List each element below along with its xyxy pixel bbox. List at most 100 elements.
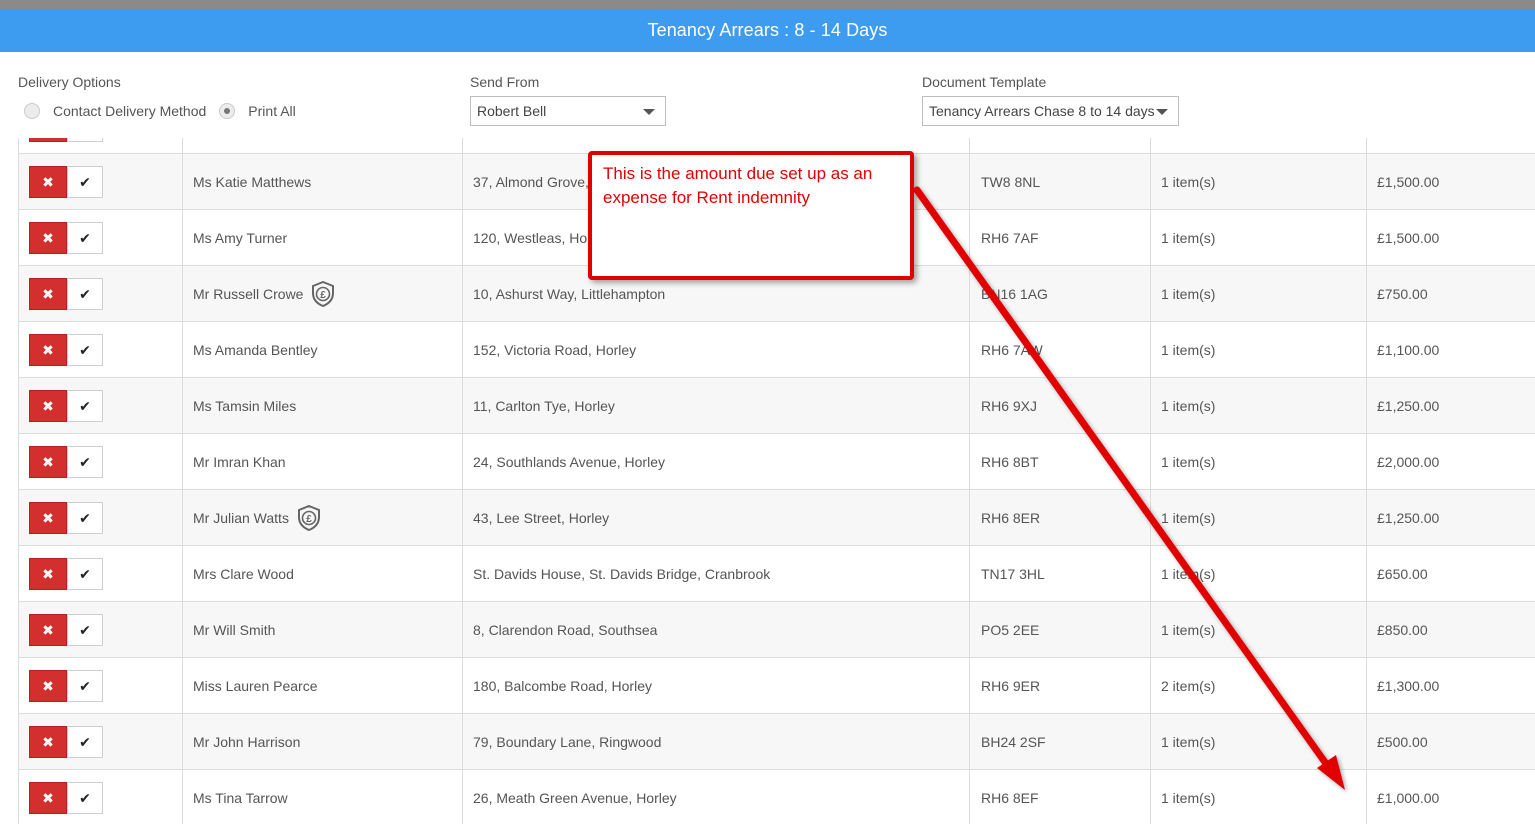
table-row: ✖ ✔ Ms Tina Tarrow 26, Meath Green Avenue, … — [19, 770, 1535, 824]
name-cell: Ms Amanda Bentley — [183, 322, 463, 377]
page-title: Tenancy Arrears : 8 - 14 Days — [647, 20, 888, 40]
approve-button[interactable]: ✔ — [67, 782, 103, 814]
postcode-cell: TN17 3HL — [970, 546, 1151, 601]
name-cell — [183, 138, 463, 153]
reject-button[interactable]: ✖ — [29, 222, 67, 254]
tenant-postcode: RH6 8ER — [981, 509, 1041, 526]
tenant-address: 24, Southlands Avenue, Horley — [473, 453, 665, 470]
approve-button[interactable]: ✔ — [67, 446, 103, 478]
actions-cell: ✖ ✔ — [19, 138, 183, 153]
reject-button[interactable]: ✖ — [29, 390, 67, 422]
postcode-cell: RH6 8ER — [970, 490, 1151, 545]
approve-button[interactable]: ✔ — [67, 390, 103, 422]
items-cell: 1 item(s) — [1151, 602, 1367, 657]
postcode-cell: RH6 9ER — [970, 658, 1151, 713]
tenant-address: St. Davids House, St. Davids Bridge, Cra… — [473, 565, 771, 582]
items-cell: 1 item(s) — [1151, 322, 1367, 377]
chevron-down-icon — [643, 109, 655, 115]
address-cell: 79, Boundary Lane, Ringwood — [463, 714, 970, 769]
items-count: 1 item(s) — [1161, 173, 1216, 190]
table-row: ✖ ✔ Mr Will Smith 8, Clarendon Road, Souths… — [19, 602, 1535, 658]
approve-button[interactable]: ✔ — [67, 278, 103, 310]
postcode-cell: RH6 8BT — [970, 434, 1151, 489]
document-template-value: Tenancy Arrears Chase 8 to 14 days — [929, 103, 1155, 119]
approve-button[interactable]: ✔ — [67, 222, 103, 254]
postcode-cell: BN16 1AG — [970, 266, 1151, 321]
amount-cell: £850.00 — [1367, 602, 1535, 657]
reject-button[interactable]: ✖ — [29, 614, 67, 646]
table-row: ✖ ✔ Ms Amanda Bentley 152, Victoria Road, H… — [19, 322, 1535, 378]
tenant-address: 8, Clarendon Road, Southsea — [473, 621, 658, 638]
svg-text:£: £ — [306, 514, 312, 525]
items-cell: 1 item(s) — [1151, 378, 1367, 433]
table-row: ✖ ✔ Mr Julian Watts £43, Lee Street, Horley… — [19, 490, 1535, 546]
address-cell: 152, Victoria Road, Horley — [463, 322, 970, 377]
print-all-label[interactable]: Print All — [248, 103, 295, 119]
send-from-select[interactable]: Robert Bell — [470, 96, 666, 126]
tenant-name: Miss Lauren Pearce — [193, 677, 318, 694]
reject-button[interactable]: ✖ — [29, 558, 67, 590]
items-count: 1 item(s) — [1161, 397, 1216, 414]
tenant-postcode: BN16 1AG — [981, 285, 1048, 302]
page-title-bar: Tenancy Arrears : 8 - 14 Days — [0, 9, 1535, 52]
amount-cell: £1,250.00 — [1367, 490, 1535, 545]
approve-button[interactable]: ✔ — [67, 502, 103, 534]
print-all-radio[interactable] — [219, 103, 236, 119]
approve-button[interactable]: ✔ — [67, 558, 103, 590]
approve-button[interactable]: ✔ — [67, 726, 103, 758]
tenant-address: 10, Ashurst Way, Littlehampton — [473, 285, 666, 302]
tenant-postcode: TW8 8NL — [981, 173, 1041, 190]
contact-delivery-label[interactable]: Contact Delivery Method — [53, 103, 206, 119]
amount-due: £650.00 — [1377, 565, 1428, 582]
items-count: 1 item(s) — [1161, 453, 1216, 470]
actions-cell: ✖ ✔ — [19, 490, 183, 545]
approve-button[interactable]: ✔ — [67, 138, 103, 142]
contact-delivery-radio[interactable] — [24, 103, 40, 119]
send-from-label: Send From — [470, 74, 540, 90]
tenant-address: 11, Carlton Tye, Horley — [473, 397, 615, 414]
tenant-postcode: RH6 8EF — [981, 789, 1039, 806]
postcode-cell — [970, 138, 1151, 153]
document-template-select[interactable]: Tenancy Arrears Chase 8 to 14 days — [922, 96, 1179, 126]
table-row: ✖ ✔ Mr John Harrison 79, Boundary Lane, Rin… — [19, 714, 1535, 770]
postcode-cell: PO5 2EE — [970, 602, 1151, 657]
reject-button[interactable]: ✖ — [29, 166, 67, 198]
items-cell: 1 item(s) — [1151, 210, 1367, 265]
table-row: ✖ ✔ Miss Lauren Pearce 180, Balcombe Road, … — [19, 658, 1535, 714]
items-cell: 1 item(s) — [1151, 714, 1367, 769]
shield-pound-icon: £ — [311, 280, 335, 307]
tenant-address: 43, Lee Street, Horley — [473, 509, 610, 526]
name-cell: Mr Russell Crowe £ — [183, 266, 463, 321]
items-count: 1 item(s) — [1161, 509, 1216, 526]
approve-button[interactable]: ✔ — [67, 334, 103, 366]
reject-button[interactable]: ✖ — [29, 502, 67, 534]
postcode-cell: RH6 8EF — [970, 770, 1151, 824]
approve-button[interactable]: ✔ — [67, 166, 103, 198]
tenant-name: Ms Tamsin Miles — [193, 397, 297, 414]
tenant-name: Ms Amy Turner — [193, 229, 288, 246]
reject-button[interactable]: ✖ — [29, 726, 67, 758]
items-count: 1 item(s) — [1161, 341, 1216, 358]
tenant-name: Mr John Harrison — [193, 733, 301, 750]
address-cell: 43, Lee Street, Horley — [463, 490, 970, 545]
address-cell: 24, Southlands Avenue, Horley — [463, 434, 970, 489]
tenant-postcode: PO5 2EE — [981, 621, 1040, 638]
chevron-down-icon — [1156, 109, 1168, 115]
reject-button[interactable]: ✖ — [29, 782, 67, 814]
tenant-address: 180, Balcombe Road, Horley — [473, 677, 652, 694]
reject-button[interactable]: ✖ — [29, 278, 67, 310]
reject-button[interactable]: ✖ — [29, 138, 67, 142]
svg-text:£: £ — [321, 290, 327, 301]
reject-button[interactable]: ✖ — [29, 446, 67, 478]
tenant-postcode: RH6 8BT — [981, 453, 1039, 470]
approve-button[interactable]: ✔ — [67, 670, 103, 702]
reject-button[interactable]: ✖ — [29, 334, 67, 366]
approve-button[interactable]: ✔ — [67, 614, 103, 646]
postcode-cell: RH6 9XJ — [970, 378, 1151, 433]
send-from-value: Robert Bell — [477, 103, 547, 119]
tenant-name: Mr Imran Khan — [193, 453, 286, 470]
tenant-name: Mr Will Smith — [193, 621, 276, 638]
reject-button[interactable]: ✖ — [29, 670, 67, 702]
amount-cell: £1,300.00 — [1367, 658, 1535, 713]
amount-cell: £1,250.00 — [1367, 378, 1535, 433]
